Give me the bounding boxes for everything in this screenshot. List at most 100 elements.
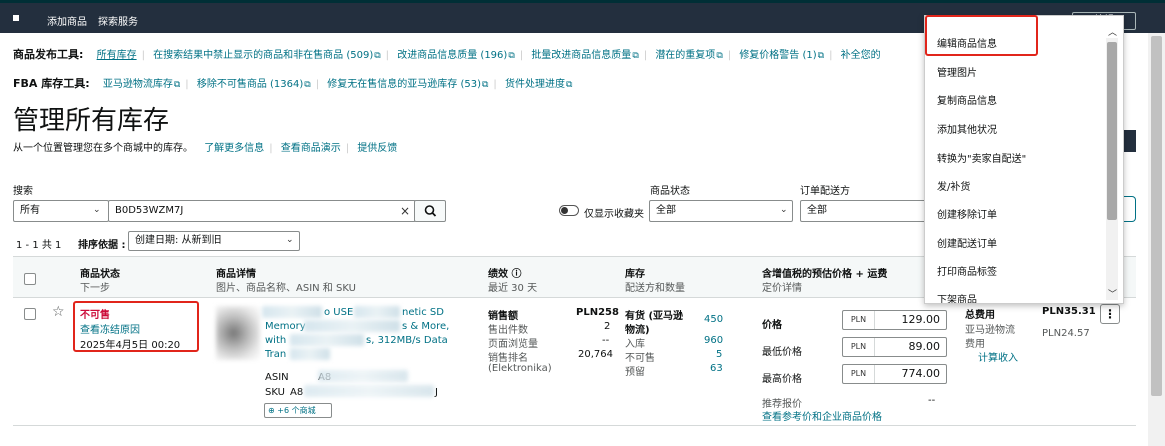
clear-icon[interactable]: × bbox=[400, 204, 410, 218]
page-title: 管理所有库存 bbox=[13, 106, 170, 136]
dropdown-scroll-thumb[interactable] bbox=[1107, 42, 1117, 220]
calculate-revenue-link[interactable]: 计算收入 bbox=[978, 349, 1018, 364]
perf-rank-label: 销售排名 bbox=[488, 353, 528, 364]
redacted-title bbox=[290, 348, 330, 360]
sku-value: A8 bbox=[290, 387, 304, 398]
tool-bulk-improve[interactable]: 批量改进商品信息质量 bbox=[531, 50, 631, 61]
price-input[interactable]: PLN 129.00 bbox=[842, 310, 947, 330]
fulfillment-select[interactable]: 全部 bbox=[800, 200, 930, 222]
product-title-part[interactable]: s, 312MB/s Data bbox=[366, 335, 448, 346]
redacted-title bbox=[304, 320, 400, 332]
col-inventory[interactable]: 库存 bbox=[625, 265, 645, 280]
favorite-star-icon[interactable]: ☆ bbox=[52, 304, 65, 320]
currency-label: PLN bbox=[843, 311, 875, 329]
product-image[interactable] bbox=[216, 306, 260, 360]
tool-remove-unfulfillable[interactable]: 移除不可售商品 (1364) bbox=[197, 79, 303, 90]
feedback-link[interactable]: 提供反馈 bbox=[357, 143, 397, 154]
search-input[interactable]: B0D53WZM7J bbox=[108, 200, 416, 222]
learn-more-link[interactable]: 了解更多信息 bbox=[204, 143, 264, 154]
menu-create-fulfillment[interactable]: 创建配送订单 bbox=[937, 235, 997, 250]
menu-delist[interactable]: 下架商品 bbox=[937, 291, 977, 303]
inv-available-value[interactable]: 450 bbox=[704, 314, 723, 325]
menu-create-removal[interactable]: 创建移除订单 bbox=[937, 206, 997, 221]
partial-button[interactable] bbox=[1122, 130, 1136, 152]
tool-complete[interactable]: 补全您的 bbox=[841, 50, 881, 61]
product-title-part[interactable]: Memory bbox=[265, 321, 306, 332]
redacted-sku bbox=[304, 385, 434, 397]
search-button[interactable] bbox=[414, 200, 446, 222]
menu-icon[interactable] bbox=[13, 15, 19, 21]
menu-send-replenish[interactable]: 发/补货 bbox=[937, 178, 970, 193]
chevron-down-icon[interactable]: ﹀ bbox=[1108, 287, 1117, 300]
search-label: 搜索 bbox=[13, 186, 33, 197]
select-all-checkbox[interactable] bbox=[24, 273, 36, 285]
status-select[interactable]: 全部 bbox=[649, 200, 793, 222]
menu-copy-listing[interactable]: 复制商品信息 bbox=[937, 92, 997, 107]
inv-inbound-value[interactable]: 960 bbox=[704, 335, 723, 346]
fee-title: 总费用 bbox=[965, 310, 995, 321]
more-actions-icon[interactable]: ⋮ bbox=[1100, 304, 1120, 324]
nav-add-product[interactable]: 添加商品 bbox=[47, 13, 87, 28]
product-title-part[interactable]: s & More, bbox=[402, 321, 449, 332]
favorites-label: 仅显示收藏夹 bbox=[584, 209, 644, 220]
tool-improve-quality[interactable]: 改进商品信息质量 (196) bbox=[397, 50, 507, 61]
product-demo-link[interactable]: 查看商品演示 bbox=[281, 143, 341, 154]
min-price-input[interactable]: PLN 89.00 bbox=[842, 337, 947, 357]
max-price-input[interactable]: PLN 774.00 bbox=[842, 364, 947, 384]
ref-price-link[interactable]: 查看参考价和企业商品价格 bbox=[762, 408, 882, 423]
sort-label: 排序依据 : bbox=[78, 240, 126, 251]
menu-add-condition[interactable]: 添加其他状况 bbox=[937, 121, 997, 136]
inv-unfulfillable-value[interactable]: 5 bbox=[716, 349, 722, 360]
redacted-asin bbox=[318, 370, 408, 382]
menu-highlight bbox=[925, 15, 1038, 56]
menu-print-labels[interactable]: 打印商品标签 bbox=[937, 263, 997, 278]
row-checkbox[interactable] bbox=[24, 308, 36, 320]
tool-fba-inventory[interactable]: 亚马逊物流库存 bbox=[103, 79, 173, 90]
search-icon bbox=[424, 205, 437, 217]
marketplaces-button[interactable]: ⊕ +6 个商城 bbox=[264, 403, 332, 418]
col-price[interactable]: 含增值税的预估价格 + 运费 bbox=[762, 265, 887, 280]
perf-rank-value: 20,764 bbox=[578, 349, 613, 360]
col-status[interactable]: 商品状态 bbox=[80, 265, 120, 280]
page-scroll-thumb[interactable] bbox=[1151, 36, 1162, 396]
menu-convert-mfn[interactable]: 转换为"卖家自配送" bbox=[937, 150, 1026, 165]
tool-fix-stranded[interactable]: 修复无在售信息的亚马逊库存 (53) bbox=[327, 79, 481, 90]
menu-manage-images[interactable]: 管理图片 bbox=[937, 64, 977, 79]
nav-explore-services[interactable]: 探索服务 bbox=[98, 13, 138, 28]
inv-available-label-2: 物流) bbox=[625, 325, 650, 336]
fulfillment-value: 全部 bbox=[807, 205, 827, 216]
currency-label: PLN bbox=[843, 338, 875, 356]
tool-all-inventory[interactable]: 所有库存 bbox=[97, 50, 137, 61]
col-price-sub: 定价详情 bbox=[762, 283, 802, 294]
col-status-sub: 下一步 bbox=[80, 283, 110, 294]
product-title-part[interactable]: with bbox=[265, 335, 286, 346]
chevron-up-icon[interactable]: ︿ bbox=[1108, 25, 1117, 38]
tool-shipment-progress[interactable]: 货件处理进度 bbox=[505, 79, 565, 90]
max-price-value: 774.00 bbox=[901, 367, 941, 380]
product-title-part[interactable]: Tran bbox=[265, 349, 286, 360]
col-performance-sub: 最近 30 天 bbox=[488, 283, 538, 294]
tool-suppressed[interactable]: 在搜索结果中禁止显示的商品和非在售商品 (509) bbox=[153, 50, 373, 61]
inv-reserved-value[interactable]: 63 bbox=[710, 363, 723, 374]
page-subtitle: 从一个位置管理您在多个商城中的库存。 bbox=[13, 143, 193, 154]
fulfillment-label: 订单配送方 bbox=[800, 186, 850, 197]
sort-select[interactable]: 创建日期: 从新到旧 bbox=[128, 231, 300, 251]
product-title-part[interactable]: o USE bbox=[324, 307, 353, 318]
favorites-toggle[interactable] bbox=[559, 205, 579, 216]
redacted-title bbox=[262, 306, 322, 318]
redacted-title bbox=[290, 334, 364, 346]
chevron-down-icon: ⌄ bbox=[780, 205, 788, 215]
perf-views-label: 页面浏览量 bbox=[488, 339, 538, 350]
col-performance[interactable]: 绩效 ⓘ bbox=[488, 265, 521, 280]
col-details-sub: 图片、商品名称、ASIN 和 SKU bbox=[216, 283, 356, 294]
tool-price-alerts[interactable]: 修复价格警告 (1) bbox=[739, 50, 816, 61]
status-label: 商品状态 bbox=[650, 186, 690, 197]
perf-sales-value: PLN258 bbox=[576, 307, 619, 318]
tool-duplicates[interactable]: 潜在的重复项 bbox=[655, 50, 715, 61]
col-details[interactable]: 商品详情 bbox=[216, 265, 256, 280]
perf-units-label: 售出件数 bbox=[488, 325, 528, 336]
sort-value: 创建日期: 从新到旧 bbox=[135, 235, 222, 246]
fba-tools: FBA 库存工具: 亚马逊物流库存⧉ | 移除不可售商品 (1364)⧉ | 修复无… bbox=[13, 77, 573, 90]
perf-units-value: 2 bbox=[604, 321, 611, 332]
product-title-part[interactable]: netic SD bbox=[402, 307, 444, 318]
